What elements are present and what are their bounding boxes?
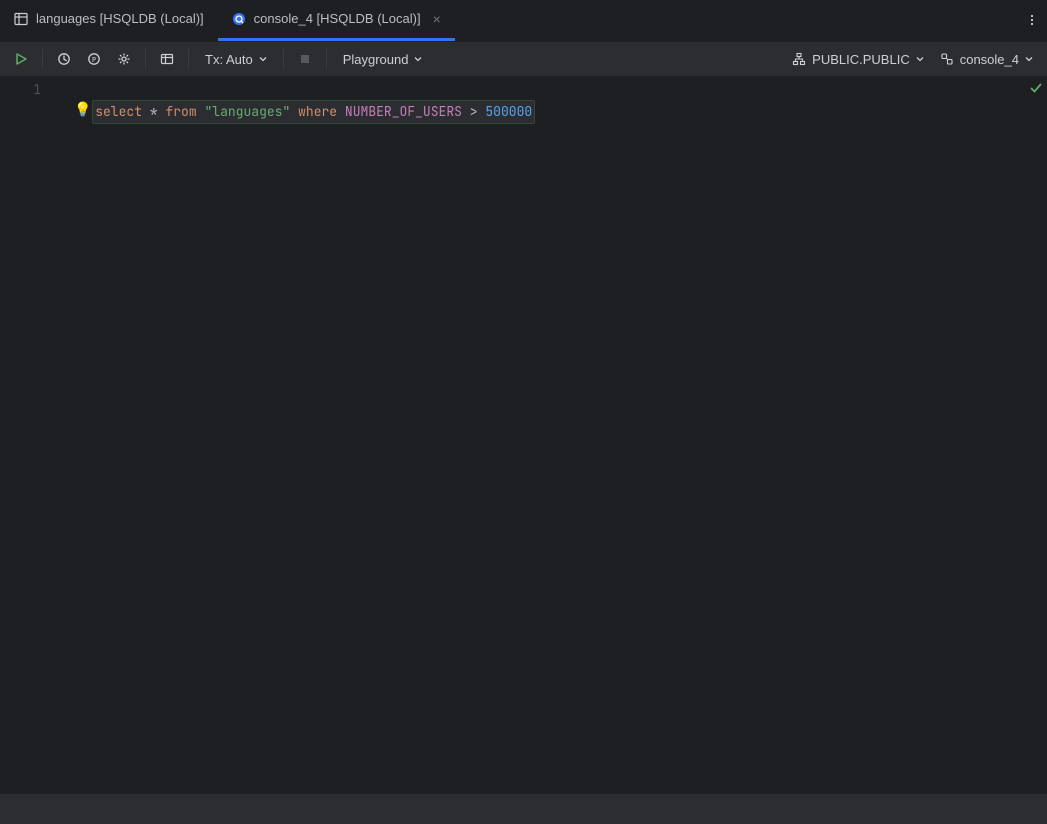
run-button[interactable] <box>8 46 34 72</box>
svg-text:P: P <box>92 56 96 64</box>
output-mode-button[interactable] <box>154 46 180 72</box>
chevron-down-icon <box>916 55 924 63</box>
code-area[interactable]: select * from "languages" where NUMBER_O… <box>62 77 1025 794</box>
sql-editor: 1 select * from "languages" where NUMBER… <box>0 77 1047 794</box>
schema-selector[interactable]: PUBLIC.PUBLIC <box>786 46 930 72</box>
tab-label: languages [HSQLDB (Local)] <box>36 11 204 26</box>
inspection-gutter <box>1025 77 1047 794</box>
chevron-down-icon <box>259 55 267 63</box>
separator <box>326 49 327 69</box>
schema-label: PUBLIC.PUBLIC <box>812 52 910 67</box>
separator <box>42 49 43 69</box>
tab-overflow-button[interactable] <box>1017 0 1047 41</box>
separator <box>283 49 284 69</box>
chevron-down-icon <box>1025 55 1033 63</box>
intention-bulb-icon[interactable]: 💡 <box>74 103 91 117</box>
settings-button[interactable] <box>111 46 137 72</box>
schema-icon <box>792 52 806 66</box>
sql-statement[interactable]: select * from "languages" where NUMBER_O… <box>93 101 534 123</box>
tx-mode-dropdown[interactable]: Tx: Auto <box>197 46 275 72</box>
tx-label: Tx: Auto <box>205 52 253 67</box>
session-selector[interactable]: console_4 <box>934 46 1039 72</box>
line-number: 1 <box>0 79 41 101</box>
datasource-icon <box>940 52 954 66</box>
status-bar <box>0 794 1047 824</box>
table-icon <box>14 12 28 26</box>
tab-bar: languages [HSQLDB (Local)] console_4 [HS… <box>0 0 1047 41</box>
tab-languages[interactable]: languages [HSQLDB (Local)] <box>0 0 218 41</box>
tok-number: 500000 <box>485 103 532 120</box>
separator <box>188 49 189 69</box>
close-icon[interactable]: × <box>433 12 441 26</box>
playground-label: Playground <box>343 52 409 67</box>
tok-select: select <box>95 103 142 120</box>
playground-dropdown[interactable]: Playground <box>335 46 431 72</box>
tok-star: * <box>150 103 158 120</box>
editor-toolbar: P Tx: Auto <box>0 41 1047 77</box>
tab-label: console_4 [HSQLDB (Local)] <box>254 11 421 26</box>
console-file-icon <box>232 12 246 26</box>
tab-console-4[interactable]: console_4 [HSQLDB (Local)] × <box>218 0 455 41</box>
tok-table: "languages" <box>204 103 290 120</box>
session-label: console_4 <box>960 52 1019 67</box>
commit-button[interactable] <box>292 46 318 72</box>
no-errors-icon[interactable] <box>1029 81 1043 794</box>
chevron-down-icon <box>414 55 422 63</box>
separator <box>145 49 146 69</box>
explain-plan-button[interactable]: P <box>81 46 107 72</box>
tok-where: where <box>298 103 337 120</box>
tok-gt: > <box>470 103 478 120</box>
tok-from: from <box>165 103 196 120</box>
history-button[interactable] <box>51 46 77 72</box>
tok-column: NUMBER_OF_USERS <box>345 103 462 120</box>
line-gutter: 1 <box>0 77 62 794</box>
